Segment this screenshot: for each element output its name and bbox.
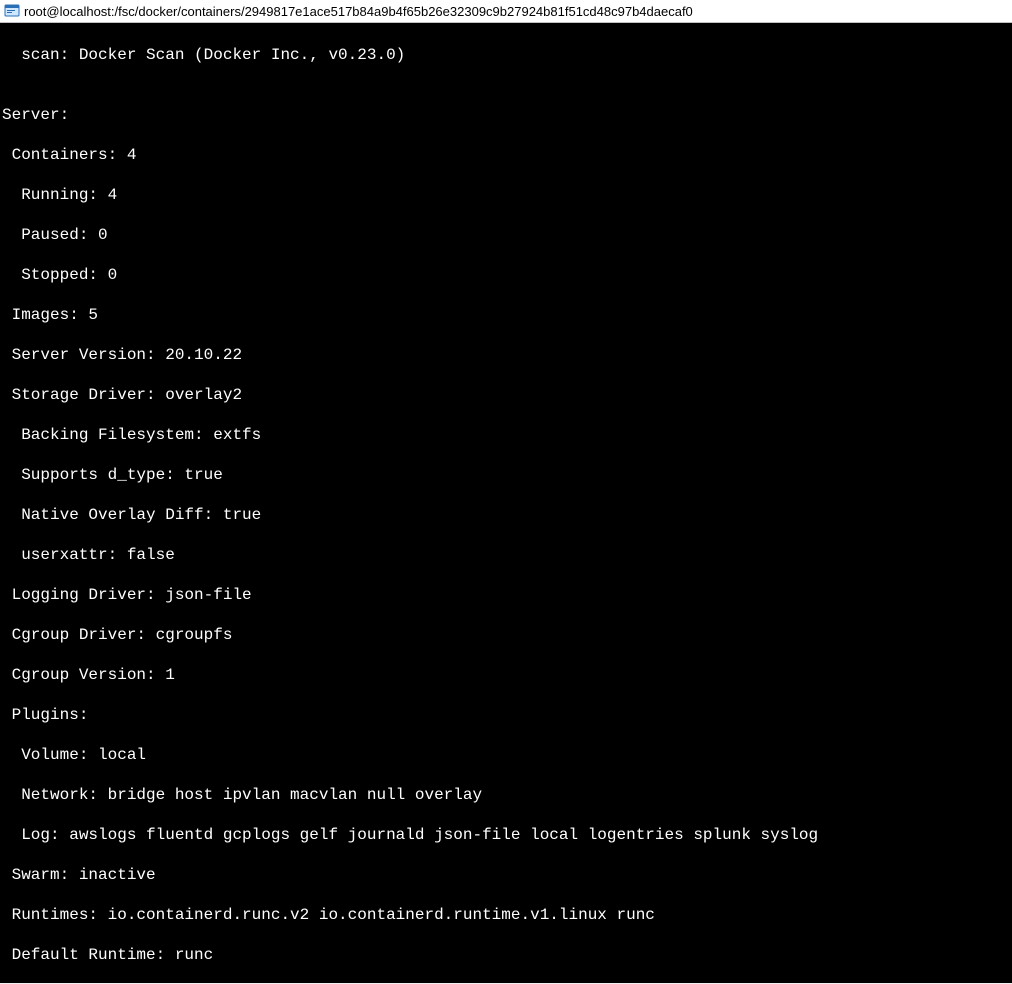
output-line: Storage Driver: overlay2 [2, 385, 1010, 405]
output-line: Native Overlay Diff: true [2, 505, 1010, 525]
output-line: Plugins: [2, 705, 1010, 725]
output-line: scan: Docker Scan (Docker Inc., v0.23.0) [2, 45, 1010, 65]
output-line: Server: [2, 105, 1010, 125]
output-line: Supports d_type: true [2, 465, 1010, 485]
output-line: Default Runtime: runc [2, 945, 1010, 965]
window-titlebar[interactable]: root@localhost:/fsc/docker/containers/29… [0, 0, 1012, 23]
output-line: Runtimes: io.containerd.runc.v2 io.conta… [2, 905, 1010, 925]
output-line: Network: bridge host ipvlan macvlan null… [2, 785, 1010, 805]
window-title: root@localhost:/fsc/docker/containers/29… [24, 4, 693, 19]
output-line: Server Version: 20.10.22 [2, 345, 1010, 365]
output-line: userxattr: false [2, 545, 1010, 565]
output-line: Logging Driver: json-file [2, 585, 1010, 605]
output-line: Swarm: inactive [2, 865, 1010, 885]
output-line: Paused: 0 [2, 225, 1010, 245]
output-line: Cgroup Version: 1 [2, 665, 1010, 685]
output-line: Volume: local [2, 745, 1010, 765]
output-line: Stopped: 0 [2, 265, 1010, 285]
output-line: Log: awslogs fluentd gcplogs gelf journa… [2, 825, 1010, 845]
output-line: Backing Filesystem: extfs [2, 425, 1010, 445]
terminal-output[interactable]: scan: Docker Scan (Docker Inc., v0.23.0)… [0, 23, 1012, 983]
output-line: Images: 5 [2, 305, 1010, 325]
output-line: Containers: 4 [2, 145, 1010, 165]
output-line: Cgroup Driver: cgroupfs [2, 625, 1010, 645]
terminal-icon [4, 3, 20, 19]
output-line: Running: 4 [2, 185, 1010, 205]
